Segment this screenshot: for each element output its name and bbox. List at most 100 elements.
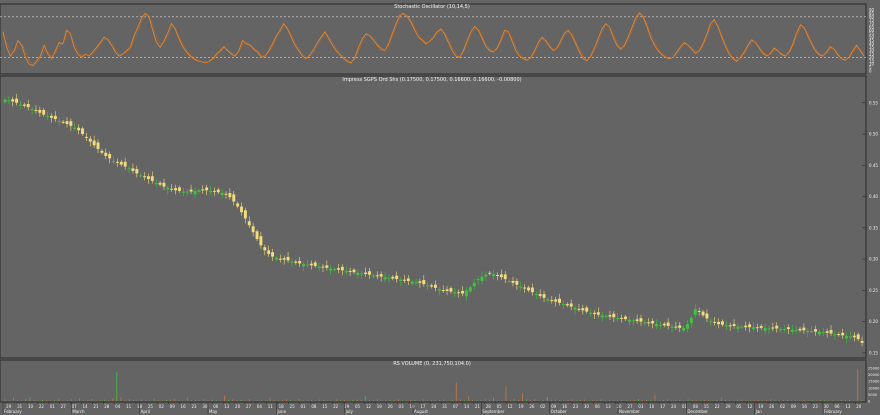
price-candle-body (333, 269, 337, 271)
price-candle-body (783, 329, 786, 331)
x-tick-label: 28 (104, 404, 110, 409)
price-candle-body (42, 109, 46, 115)
price-candle-body (488, 272, 492, 274)
price-candle-body (131, 168, 135, 171)
price-candle-body (119, 161, 123, 165)
price-candle-body (453, 292, 457, 294)
price-candle-body (523, 287, 527, 289)
x-tick-label: 09 (170, 404, 176, 409)
price-candle-body (697, 310, 701, 312)
price-tick-label: 0.55 (869, 100, 878, 105)
price-candle-body (302, 264, 306, 267)
price-candle-body (732, 324, 736, 326)
x-tick-label: 05 (736, 404, 742, 409)
x-month-label: Jan (755, 409, 763, 414)
price-candle-body (329, 268, 333, 271)
price-candle-body (135, 169, 139, 174)
price-candle-body (112, 160, 115, 162)
price-candle-body (445, 289, 449, 291)
price-candle-body (240, 206, 243, 213)
price-candle-body (53, 115, 57, 120)
price-tick-label: 0.45 (869, 163, 878, 168)
price-candle-body (15, 98, 19, 103)
price-candle-body (569, 303, 573, 307)
x-month-label: September (482, 409, 504, 414)
price-candle-body (848, 336, 852, 338)
price-candle-body (340, 266, 344, 271)
x-tick-label: 16 (802, 404, 808, 409)
x-tick-label: 11 (126, 404, 132, 409)
price-candle-body (616, 317, 620, 320)
price-candle-body (736, 326, 740, 329)
x-tick-label: 21 (475, 404, 481, 409)
price-candle-body (193, 190, 197, 195)
price-candle-body (658, 324, 662, 326)
x-tick-label: 12 (366, 404, 372, 409)
price-candle-body (170, 188, 174, 190)
price-candle-body (527, 287, 530, 291)
price-candle-body (38, 109, 42, 113)
price-candle-body (794, 329, 798, 331)
price-candle-body (604, 315, 608, 317)
x-tick-label: 26 (388, 404, 394, 409)
price-candle-body (461, 290, 465, 294)
price-candle-body (224, 193, 228, 195)
x-tick-label: 26 (769, 404, 775, 409)
x-tick-label: 27 (61, 404, 67, 409)
x-tick-label: 03 (399, 404, 405, 409)
price-candle-body (11, 99, 15, 102)
price-candle-body (294, 261, 298, 263)
price-candle-body (278, 258, 282, 260)
price-candle-body (274, 257, 278, 260)
x-month-label: June (276, 409, 286, 414)
price-candle-body (561, 304, 565, 306)
price-candle-body (127, 168, 131, 170)
price-candle-body (600, 315, 604, 318)
price-candle-body (635, 319, 639, 321)
price-candle-body (798, 328, 802, 331)
price-candle-body (418, 281, 422, 283)
price-candle-body (686, 324, 689, 329)
x-tick-label: 27 (246, 404, 252, 409)
price-candle-body (220, 192, 224, 195)
price-candle-body (651, 320, 655, 324)
price-candle-body (829, 330, 833, 334)
price-candle-body (108, 154, 112, 159)
price-candle-body (592, 312, 596, 315)
x-tick-label: 30 (584, 404, 590, 409)
x-tick-label: 02 (540, 404, 546, 409)
price-candle-body (596, 312, 600, 315)
price-candle-body (162, 182, 166, 187)
price-candle-body (391, 276, 395, 279)
price-candle-body (104, 152, 108, 156)
price-candle-body (670, 326, 674, 328)
x-tick-label: 21 (93, 404, 99, 409)
price-tick-label: 0.40 (869, 194, 878, 199)
price-candle-body (139, 175, 143, 177)
x-tick-label: 20 (235, 404, 241, 409)
price-candle-body (158, 182, 162, 185)
x-month-label: February (4, 409, 22, 414)
price-candle-body (81, 128, 84, 135)
price-tick-label: 0.15 (869, 350, 878, 355)
price-candle-body (228, 193, 232, 198)
price-candle-body (441, 290, 445, 292)
price-candle-body (573, 307, 577, 310)
price-candle-body (115, 161, 119, 163)
price-candle-body (519, 286, 523, 288)
price-candle-body (166, 187, 170, 190)
price-candle-body (181, 191, 185, 193)
price-candle-body (639, 318, 643, 322)
x-tick-label: 13 (845, 404, 851, 409)
price-candle-body (406, 278, 410, 281)
price-candle-body (705, 313, 709, 319)
price-candle-body (837, 334, 841, 336)
x-month-label: December (687, 409, 708, 414)
price-candle-body (763, 327, 767, 331)
price-candle-body (678, 325, 682, 328)
price-candle-body (100, 150, 104, 153)
x-month-label: November (619, 409, 640, 414)
price-candle-body (84, 136, 88, 138)
price-candle-body (558, 298, 562, 303)
volume-tick-label: 20000 (868, 373, 880, 377)
